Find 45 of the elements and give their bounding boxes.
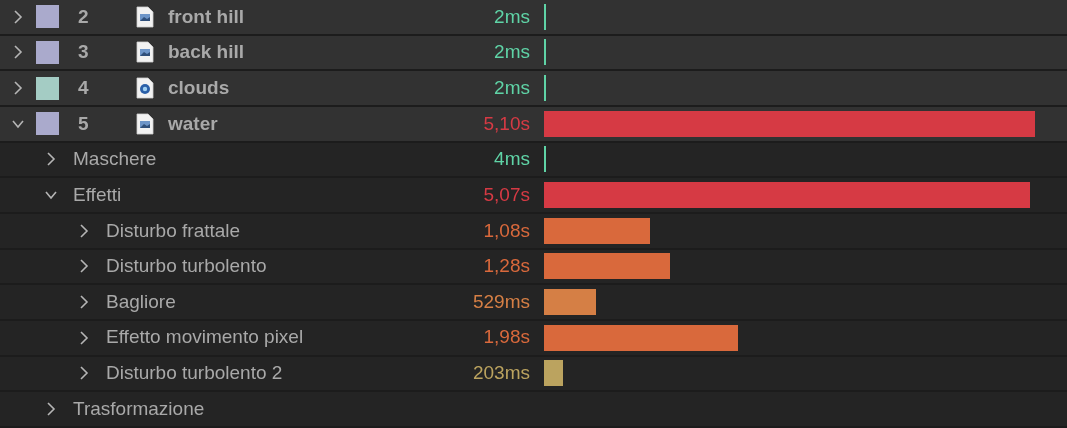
property-group-label: Disturbo frattale [106, 218, 241, 243]
layer-name: clouds [168, 75, 230, 100]
media-file-icon [136, 77, 154, 100]
chevron-icon[interactable] [12, 81, 24, 96]
duration-text: 2ms [494, 4, 530, 29]
duration-text: 5,07s [483, 182, 530, 207]
property-group-label: Effetto movimento pixel [106, 325, 304, 350]
layer-name: front hill [168, 4, 244, 29]
layer-number: 3 [78, 40, 90, 65]
duration-text: 2ms [494, 75, 530, 100]
property-group-label: Bagliore [106, 289, 176, 314]
layer-number: 2 [78, 4, 90, 29]
duration-text: 1,98s [483, 325, 530, 350]
property-group-label: Disturbo turbolento 2 [106, 361, 283, 386]
chevron-icon[interactable] [78, 259, 90, 274]
layer-number: 5 [78, 111, 90, 136]
layer-number: 4 [78, 75, 90, 100]
chevron-icon[interactable] [12, 9, 24, 24]
chevron-icon[interactable] [78, 330, 90, 345]
label-swatch[interactable] [36, 112, 59, 136]
duration-text: 2ms [494, 40, 530, 65]
duration-text: 203ms [472, 361, 530, 386]
layer-name: back hill [168, 40, 245, 65]
chevron-icon[interactable] [45, 152, 57, 167]
image-file-icon [136, 112, 154, 135]
duration-text: 5,10s [483, 111, 530, 136]
duration-text: 529ms [472, 289, 530, 314]
label-swatch[interactable] [36, 76, 59, 100]
duration-text: 4ms [494, 147, 530, 172]
label-swatch[interactable] [36, 5, 59, 29]
duration-text: 1,08s [483, 218, 530, 243]
chevron-icon[interactable] [78, 295, 90, 310]
image-file-icon [136, 41, 154, 64]
image-file-icon [136, 5, 154, 28]
chevron-icon[interactable] [45, 402, 57, 417]
chevron-icon[interactable] [78, 223, 90, 238]
property-group-label: Effetti [73, 182, 122, 207]
property-group-label: Maschere [73, 147, 157, 172]
property-group-label: Disturbo turbolento [106, 254, 267, 279]
duration-text: 1,28s [483, 254, 530, 279]
chevron-icon[interactable] [12, 45, 24, 60]
chevron-icon[interactable] [78, 366, 90, 381]
label-swatch[interactable] [36, 41, 59, 64]
layer-name: water [168, 111, 218, 136]
property-group-label: Trasformazione [73, 396, 205, 421]
